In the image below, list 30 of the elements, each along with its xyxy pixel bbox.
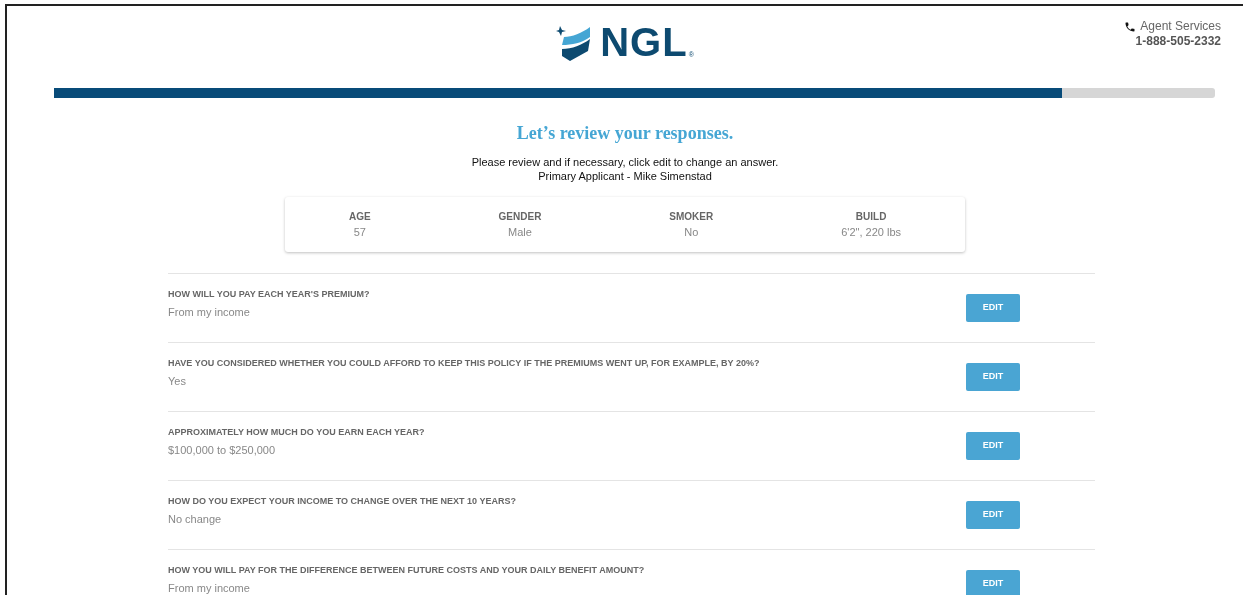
summary-label: GENDER — [497, 210, 543, 224]
summary-label: BUILD — [854, 210, 888, 224]
question-text: HOW YOU WILL PAY FOR THE DIFFERENCE BETWEEN FUTURE COSTS AND YOUR DAILY BENEFIT AMOUNT? — [168, 564, 645, 576]
question-text: HOW DO YOU EXPECT YOUR INCOME TO CHANGE OVER THE NEXT 10 YEARS? — [168, 495, 516, 507]
answer-text: $100,000 to $250,000 — [168, 443, 277, 458]
edit-button[interactable]: EDIT — [966, 363, 1020, 391]
instructions-text: Please review and if necessary, click edit to change an answer. — [470, 155, 780, 169]
edit-button[interactable]: EDIT — [966, 294, 1020, 322]
summary-label: AGE — [347, 210, 372, 224]
question-text: HOW WILL YOU PAY EACH YEAR'S PREMIUM? — [168, 288, 370, 300]
edit-button[interactable]: EDIT — [966, 501, 1020, 529]
applicant-name: Primary Applicant - Mike Simenstad — [537, 169, 713, 183]
question-text: HAVE YOU CONSIDERED WHETHER YOU COULD AFFORD TO KEEP THIS POLICY IF THE PREMIUMS WENT UP, FOR EXAMPLE, BY 20%? — [168, 357, 760, 369]
summary-value: Male — [507, 225, 533, 240]
edit-button[interactable]: EDIT — [966, 570, 1020, 595]
summary-label: SMOKER — [668, 210, 715, 224]
edit-button[interactable]: EDIT — [966, 432, 1020, 460]
answer-text: From my income — [168, 305, 251, 320]
summary-value: 6'2", 220 lbs — [840, 225, 903, 240]
answer-text: From my income — [168, 581, 251, 595]
logo-text: NGL — [600, 22, 688, 62]
phone-icon — [1124, 20, 1137, 33]
summary-value: 57 — [352, 225, 367, 240]
summary-value: No — [683, 225, 700, 240]
answer-text: No change — [168, 512, 223, 527]
phone-number: 1-888-505-2332 — [1134, 34, 1221, 49]
contact-label: Agent Services — [1140, 19, 1221, 34]
answer-text: Yes — [168, 374, 187, 389]
page-title: Let’s review your responses. — [515, 122, 735, 145]
question-text: APPROXIMATELY HOW MUCH DO YOU EARN EACH YEAR? — [168, 426, 425, 438]
